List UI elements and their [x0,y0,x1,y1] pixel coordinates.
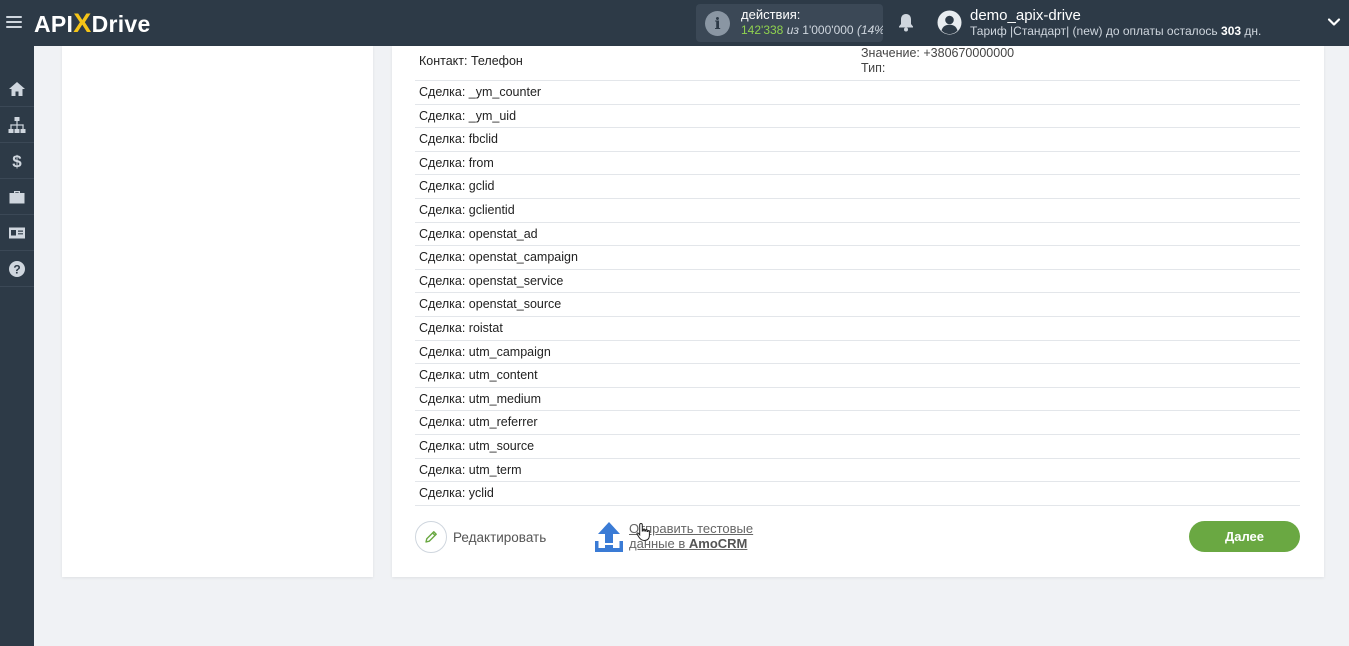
table-row: Сделка: roistat [415,317,1300,341]
chevron-down-icon[interactable] [1326,14,1342,30]
plan-days: 303 [1221,24,1242,38]
table-row: Сделка: openstat_service [415,270,1300,294]
sidebar-item-connections[interactable] [0,107,34,143]
field-label: Контакт: Телефон [419,54,523,68]
edit-label: Редактировать [453,529,547,545]
field-label: Сделка: fbclid [419,132,498,147]
field-label: Сделка: yclid [419,486,494,501]
edit-circle [415,521,447,553]
field-label: Сделка: utm_source [419,438,535,453]
field-value-line: Значение: +380670000000 [861,46,1015,60]
table-row: Сделка: _ym_uid [415,105,1300,129]
table-row: Сделка: utm_campaign [415,341,1300,365]
table-row: Сделка: gclid [415,175,1300,199]
actions-of: из [786,23,799,37]
table-row: Сделка: openstat_ad [415,223,1300,247]
table-row: Сделка: _ym_counter [415,81,1300,105]
svg-text:?: ? [13,262,20,276]
user-plan: Тариф |Стандарт| (new) до оплаты осталос… [970,24,1261,38]
upload-icon [595,522,623,552]
logo-part-drive: Drive [91,11,151,37]
table-row: Сделка: utm_referrer [415,411,1300,435]
briefcase-icon [9,190,25,203]
table-row: Сделка: utm_term [415,459,1300,483]
sidebar-item-home[interactable] [0,71,34,107]
actions-label: действия: [741,7,801,22]
hamburger-menu-icon[interactable] [6,13,22,33]
field-value: Значение: +380670000000 Тип: [861,46,1014,76]
table-row: Контакт: Телефон Значение: +380670000000… [415,46,1300,81]
field-label: Сделка: utm_medium [419,391,542,406]
field-type-line: Тип: [861,61,886,75]
field-label: Сделка: utm_content [419,368,538,383]
logo[interactable]: APIXDrive [34,8,151,39]
table-row: Сделка: gclientid [415,199,1300,223]
actions-percent: (14%) [856,23,883,37]
table-row: Сделка: utm_source [415,435,1300,459]
info-icon: i [705,11,730,36]
send-test-data-button[interactable]: Отправить тестовые данные в AmoCRM [594,521,753,555]
main-panel: Контакт: Телефон Значение: +380670000000… [392,46,1324,577]
plan-days-suffix: дн. [1244,24,1262,38]
field-label: Сделка: openstat_ad [419,226,538,241]
actions-used: 142'338 [741,23,784,37]
field-label: Сделка: _ym_uid [419,108,517,123]
field-label: Сделка: from [419,155,494,170]
pencil-icon [425,531,437,543]
field-label: Сделка: gclientid [419,202,515,217]
field-label: Сделка: _ym_counter [419,85,542,99]
dollar-icon: $ [12,152,22,170]
actions-count: 142'338 из 1'000'000 (14%) [741,23,883,37]
actions-limit: 1'000'000 [802,23,854,37]
help-icon: ? [9,260,25,277]
logo-part-api: API [34,11,74,37]
table-row: Сделка: openstat_source [415,293,1300,317]
svg-text:$: $ [12,152,22,170]
send-line-2-brand: AmoCRM [688,536,748,551]
field-label: Сделка: gclid [419,179,495,194]
field-label: Сделка: utm_term [419,462,522,477]
table-row: Сделка: openstat_campaign [415,246,1300,270]
actions-counter[interactable]: i действия: 142'338 из 1'000'000 (14%) [696,4,883,42]
table-row: Сделка: yclid [415,482,1300,506]
sitemap-icon [8,116,26,133]
field-label: Сделка: openstat_campaign [419,250,578,265]
field-label: Сделка: utm_referrer [419,415,538,430]
hand-cursor-icon [636,522,650,542]
home-icon [9,81,25,96]
user-name[interactable]: demo_apix-drive [970,7,1081,24]
sidebar: $ ? [0,46,34,646]
table-row: Сделка: from [415,152,1300,176]
logo-part-x: X [73,8,92,38]
user-avatar-icon[interactable] [937,10,962,35]
edit-button[interactable]: Редактировать [415,521,546,553]
field-label: Сделка: roistat [419,320,503,335]
sidebar-item-help[interactable]: ? [0,251,34,287]
table-row: Сделка: utm_content [415,364,1300,388]
sidebar-item-profile[interactable] [0,215,34,251]
sidebar-item-services[interactable] [0,179,34,215]
table-row: Сделка: utm_medium [415,388,1300,412]
field-label: Сделка: utm_campaign [419,344,551,359]
table-row: Сделка: fbclid [415,128,1300,152]
bell-icon[interactable] [896,12,916,32]
next-button[interactable]: Далее [1189,521,1300,552]
id-card-icon [9,227,25,238]
field-list: Контакт: Телефон Значение: +380670000000… [415,46,1300,506]
sidebar-item-billing[interactable]: $ [0,143,34,179]
left-panel [62,46,373,577]
field-label: Сделка: openstat_source [419,297,562,312]
plan-text: Тариф |Стандарт| (new) до оплаты осталос… [970,24,1218,38]
field-label: Сделка: openstat_service [419,273,564,288]
top-bar: APIXDrive i действия: 142'338 из 1'000'0… [0,0,1349,46]
